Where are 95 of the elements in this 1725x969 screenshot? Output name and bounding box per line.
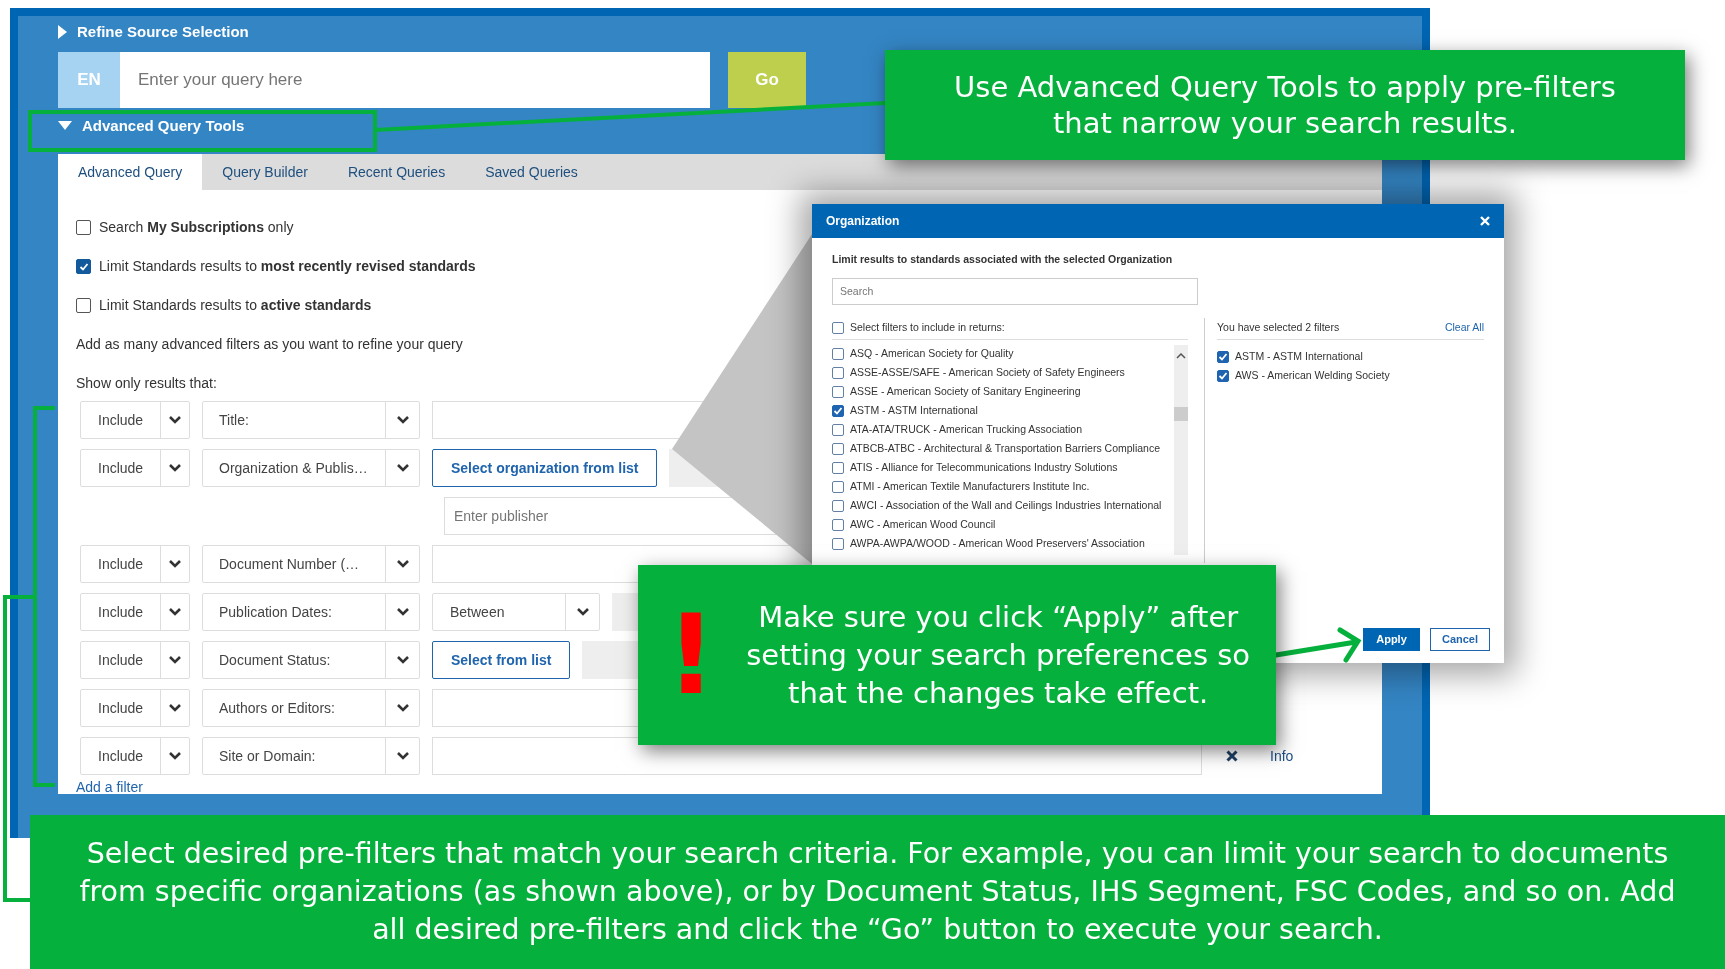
organization-label[interactable]: AWS - American Welding Society — [1235, 368, 1390, 385]
section-label: Show only results that: — [76, 374, 217, 393]
field-dropdown[interactable]: Title: — [202, 401, 420, 439]
field-dropdown[interactable]: Publication Dates: — [202, 593, 420, 631]
chevron-down-icon — [168, 751, 183, 761]
checkbox[interactable] — [832, 443, 844, 456]
hint-text: Add as many advanced filters as you want to refine your query — [76, 335, 463, 354]
organization-label[interactable]: ATA-ATA/TRUCK - American Trucking Association — [850, 422, 1083, 439]
checkbox[interactable] — [76, 259, 91, 274]
mode-dropdown[interactable]: Include — [80, 689, 190, 727]
mode-dropdown[interactable]: Include — [80, 641, 190, 679]
organization-label[interactable]: ATBCB-ATBC - Architectural & Transportation Barriers Compliance — [850, 441, 1161, 458]
banner-text: Select desired pre-filters that match your search criteria. For example, you can limit your search to documents from specific organizations (as shown above), or by Document Status, IHS Segment, FSC Codes, and so on. Add all desired pre-filters and click the “Go” button to execute your search. — [30, 815, 1725, 969]
field-dropdown[interactable]: Organization & Publis… — [202, 449, 420, 487]
dialog-description: Limit results to standards associated with the selected Organization — [832, 252, 1174, 267]
mode-dropdown[interactable]: Include — [80, 593, 190, 631]
organization-label[interactable]: AWC - American Wood Council — [850, 517, 996, 534]
select-list-button[interactable]: Select from list — [432, 641, 571, 679]
organization-label[interactable]: ATIS - Alliance for Telecommunications Industry Solutions — [850, 460, 1118, 477]
field-dropdown[interactable]: Authors or Editors: — [202, 689, 420, 727]
checkbox[interactable] — [76, 298, 91, 313]
checkmark-icon — [78, 261, 89, 272]
mode-dropdown[interactable]: Include — [80, 737, 190, 775]
mode-dropdown[interactable]: Include — [80, 545, 190, 583]
chevron-down-icon — [168, 463, 183, 473]
mode-dropdown[interactable]: Include — [80, 449, 190, 487]
apply-button[interactable]: Apply — [1363, 628, 1420, 651]
info-link[interactable]: Info — [1270, 737, 1294, 775]
option-label: Limit Standards results to most recently revised standards — [99, 257, 476, 276]
checkbox[interactable] — [832, 322, 844, 335]
checkmark-icon — [1218, 352, 1228, 363]
tab[interactable]: Saved Queries — [465, 154, 598, 190]
field-dropdown[interactable]: Document Number (… — [202, 545, 420, 583]
chevron-down-icon — [395, 655, 410, 665]
callout-text: Make sure you click “Apply” after setting your search preferences so that the changes take effect. — [745, 599, 1252, 712]
callout-text: Use Advanced Query Tools to apply pre-filters that narrow your search results. — [885, 50, 1685, 160]
select-list-button[interactable]: Select organization from list — [432, 449, 658, 487]
checkbox[interactable] — [832, 500, 844, 513]
field-dropdown[interactable]: Document Status: — [202, 641, 420, 679]
close-icon[interactable] — [1226, 750, 1238, 762]
checkbox-label: Select filters to include in returns: — [850, 320, 1005, 336]
chevron-down-icon — [395, 751, 410, 761]
exclamation-mark: ! — [666, 600, 717, 710]
operator-dropdown[interactable]: Between — [432, 593, 600, 631]
checkbox[interactable] — [832, 424, 844, 437]
chevron-down-icon — [395, 463, 410, 473]
organization-label[interactable]: AWCI - Association of the Wall and Ceilings Industries International — [850, 498, 1162, 515]
chevron-down-icon — [395, 703, 410, 713]
checkbox[interactable] — [832, 386, 844, 399]
checkbox[interactable] — [832, 367, 844, 380]
checkbox[interactable] — [832, 462, 844, 475]
scrollbar[interactable] — [1174, 344, 1188, 555]
chevron-down-icon — [168, 415, 183, 425]
chevron-down-icon — [395, 559, 410, 569]
checkbox[interactable] — [832, 519, 844, 532]
organization-label[interactable]: AWPA-AWPA/WOOD - American Wood Preservers' Association — [850, 536, 1145, 553]
tab[interactable]: Advanced Query — [58, 154, 203, 190]
checkbox[interactable] — [832, 481, 844, 494]
checkbox[interactable] — [832, 348, 844, 361]
organization-label[interactable]: ASTM - ASTM International — [850, 403, 978, 420]
chevron-down-icon — [168, 703, 183, 713]
checkbox[interactable] — [76, 220, 91, 235]
organization-label[interactable]: ASSE-ASSE/SAFE - American Society of Safety Engineers — [850, 365, 1125, 382]
chevron-down-icon — [168, 607, 183, 617]
cancel-button[interactable]: Cancel — [1430, 628, 1490, 651]
section-header[interactable]: Refine Source Selection — [77, 20, 249, 44]
mode-dropdown[interactable]: Include — [80, 401, 190, 439]
clear-all-link[interactable]: Clear All — [1444, 320, 1484, 337]
chevron-down-icon — [575, 607, 590, 617]
chevron-down-icon — [168, 655, 183, 665]
organization-label[interactable]: ASTM - ASTM International — [1235, 349, 1363, 366]
tab[interactable]: Recent Queries — [327, 154, 466, 190]
checkmark-icon — [1218, 371, 1228, 382]
chevron-down-icon — [168, 559, 183, 569]
checkbox[interactable] — [1217, 370, 1229, 383]
organization-label[interactable]: ASSE - American Society of Sanitary Engineering — [850, 384, 1081, 401]
dialog-title: Organization — [826, 213, 900, 230]
checkbox[interactable] — [832, 538, 844, 551]
organization-label[interactable]: ATMI - American Textile Manufacturers Institute Inc. — [850, 479, 1090, 496]
tab[interactable]: Query Builder — [202, 154, 328, 190]
checkmark-icon — [833, 406, 843, 417]
selection-summary: You have selected 2 filters — [1217, 320, 1340, 336]
chevron-up-icon — [1176, 352, 1186, 359]
search-field[interactable]: Search — [832, 277, 1198, 305]
section-header[interactable]: Advanced Query Tools — [82, 114, 245, 138]
option-label: Search My Subscriptions only — [99, 218, 294, 237]
organization-label[interactable]: ASQ - American Society for Quality — [850, 346, 1014, 363]
option-label: Limit Standards results to active standards — [99, 296, 372, 315]
checkbox[interactable] — [1217, 351, 1229, 364]
add-filter-link[interactable]: Add a filter — [76, 779, 143, 795]
chevron-down-icon — [395, 415, 410, 425]
field-dropdown[interactable]: Site or Domain: — [202, 737, 420, 775]
scrollbar-thumb[interactable] — [1174, 406, 1188, 421]
chevron-down-icon — [395, 607, 410, 617]
checkbox[interactable] — [832, 405, 844, 418]
